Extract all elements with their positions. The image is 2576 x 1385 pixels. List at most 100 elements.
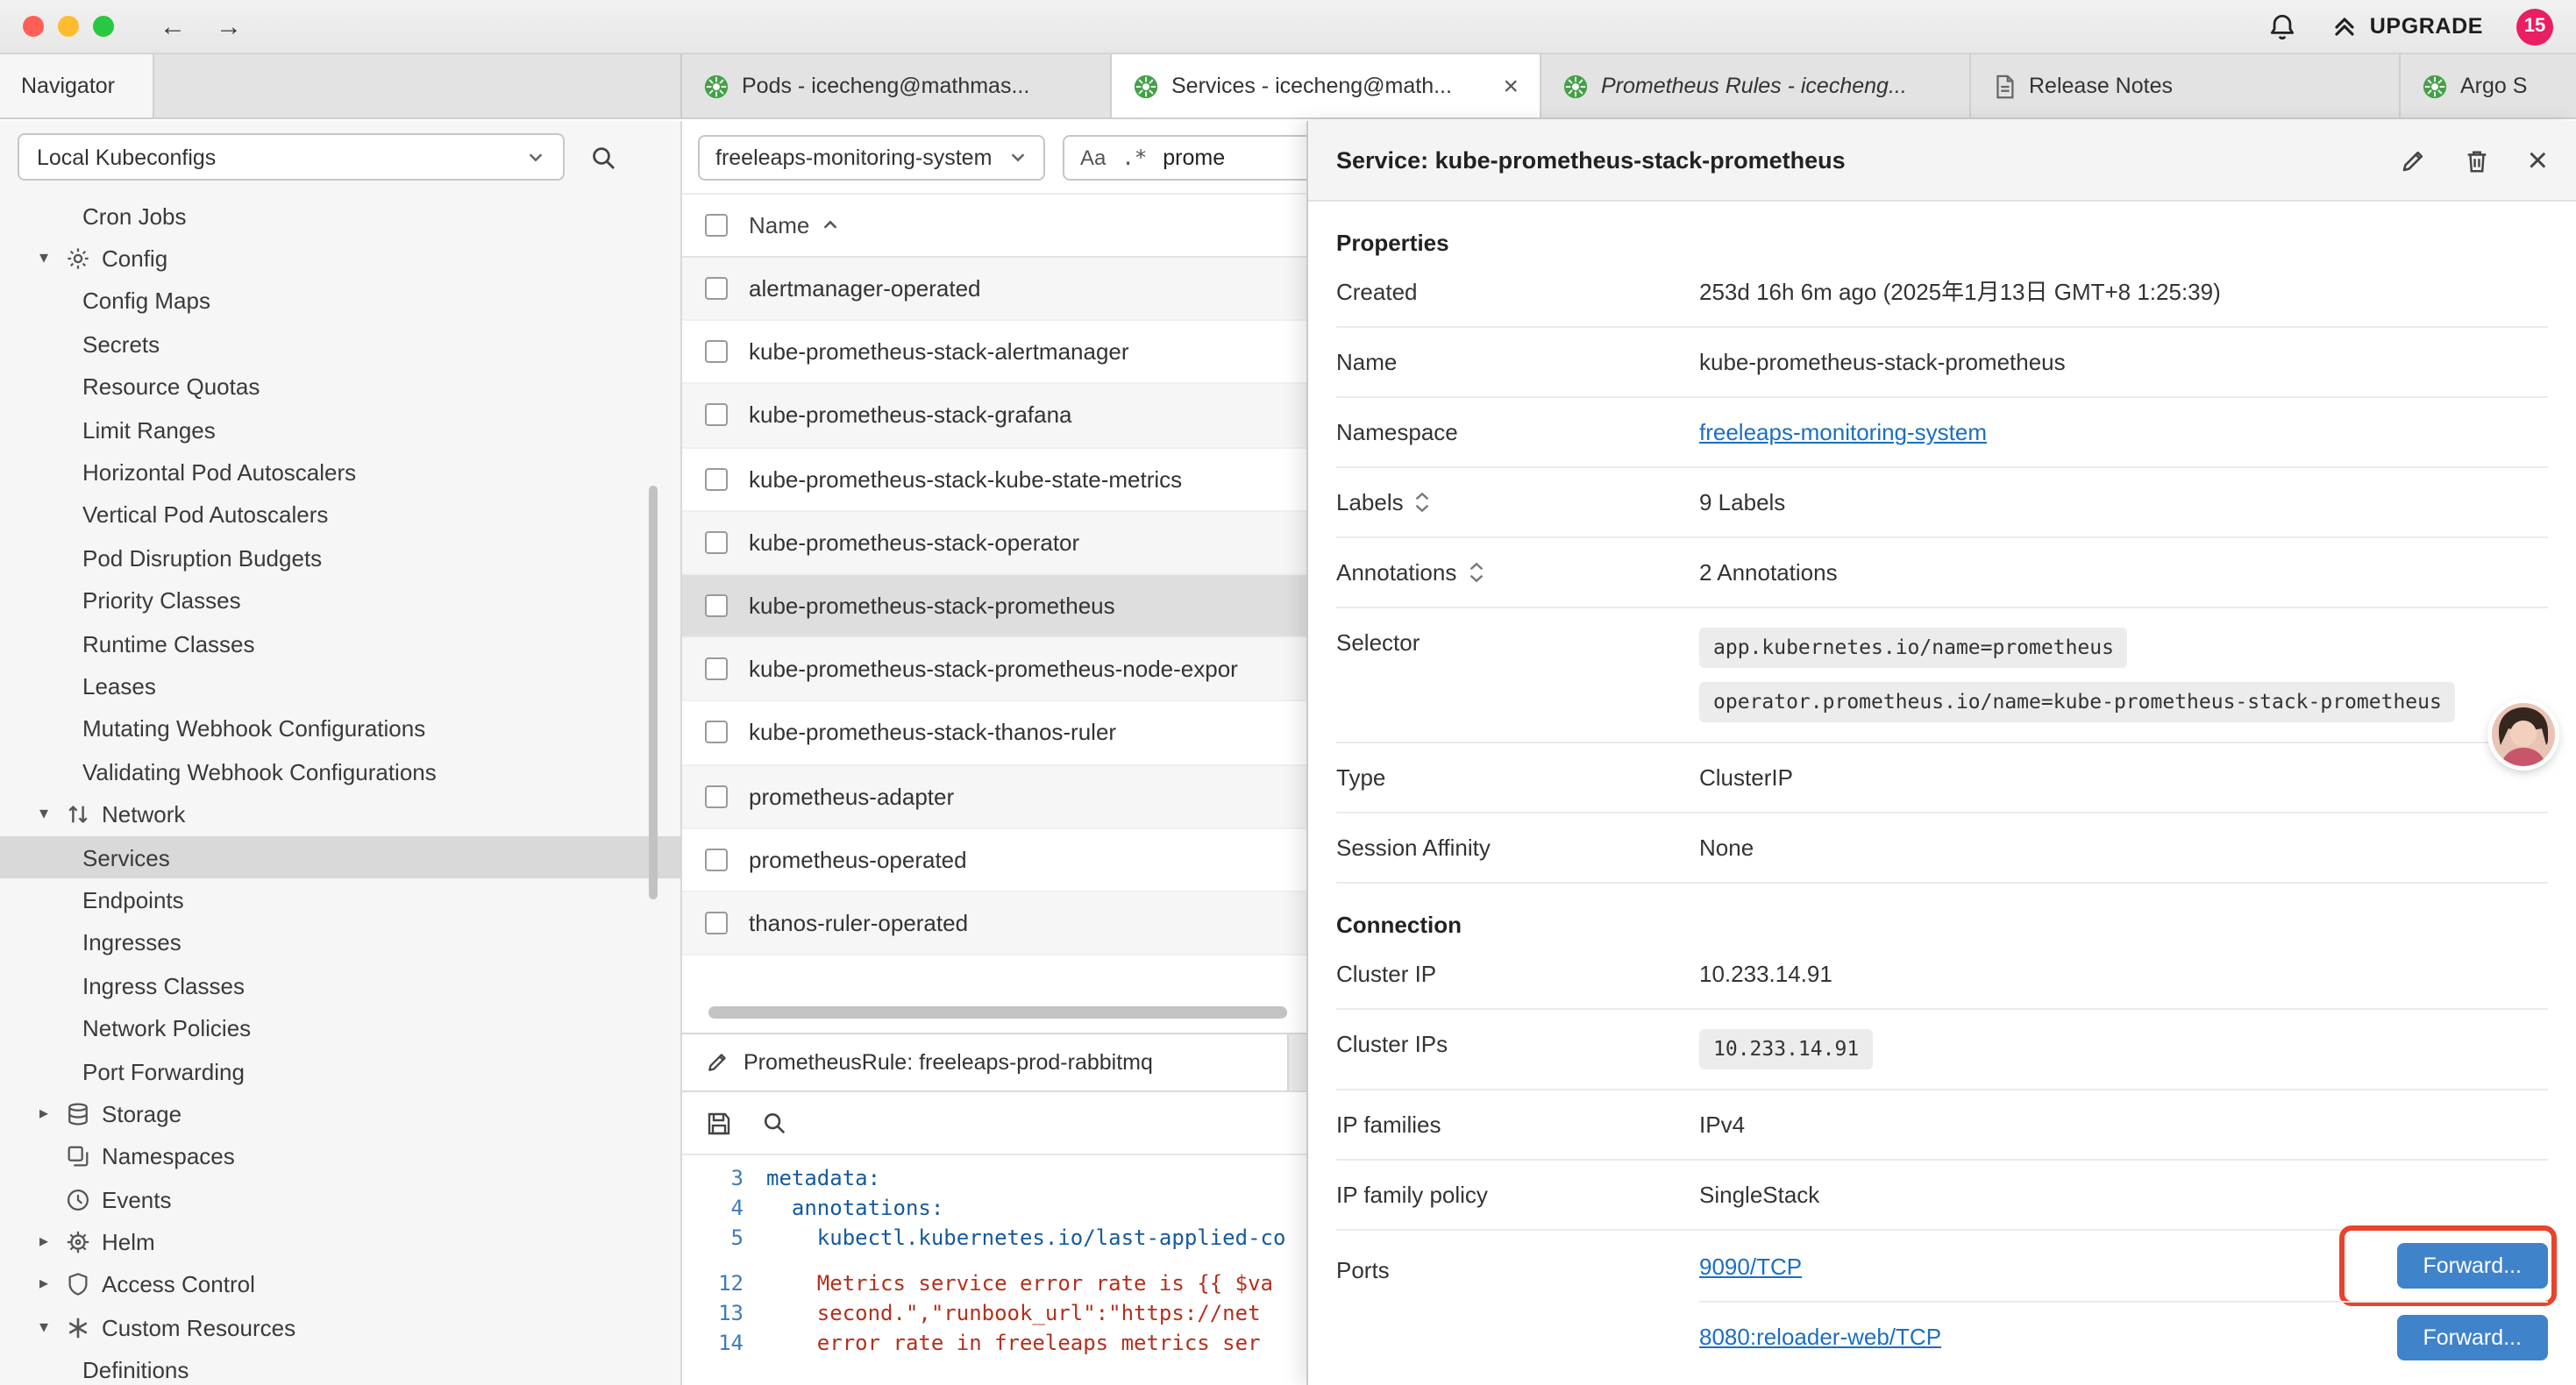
name-column-header[interactable]: Name: [749, 212, 839, 238]
sidebar-item-label: Priority Classes: [82, 587, 241, 614]
sidebar-item-horizontal-pod-autoscalers[interactable]: Horizontal Pod Autoscalers: [0, 451, 680, 494]
cluster-ip-chip: 10.233.14.91: [1699, 1029, 1873, 1069]
sidebar-item-config[interactable]: ▾ Config: [0, 238, 680, 281]
drawer-body: Properties Created 253d 16h 6m ago (2025…: [1308, 202, 2576, 1385]
select-all-checkbox[interactable]: [705, 214, 728, 237]
section-heading-connection: Connection: [1336, 912, 2548, 940]
sidebar-item-ingresses[interactable]: Ingresses: [0, 921, 680, 964]
notifications-bell-icon[interactable]: [2268, 11, 2298, 41]
sidebar-item-events[interactable]: ▸ Events: [0, 1178, 680, 1221]
sidebar-item-namespaces[interactable]: ▸ Namespaces: [0, 1135, 680, 1178]
line-number: 4: [682, 1194, 766, 1224]
expand-collapse-icon[interactable]: [1467, 561, 1484, 584]
forward-button-9090[interactable]: Forward...: [2396, 1243, 2548, 1289]
forward-button[interactable]: →: [216, 11, 242, 41]
row-checkbox[interactable]: [705, 341, 728, 364]
sidebar-item-validating-webhook-configurations[interactable]: Validating Webhook Configurations: [0, 750, 680, 793]
namespace-selector[interactable]: freeleaps-monitoring-system: [698, 134, 1045, 180]
document-icon: [1992, 73, 2017, 99]
sidebar-item-vertical-pod-autoscalers[interactable]: Vertical Pod Autoscalers: [0, 494, 680, 536]
sidebar-item-custom-resources[interactable]: ▾ Custom Resources: [0, 1306, 680, 1349]
sidebar-item-runtime-classes[interactable]: Runtime Classes: [0, 622, 680, 665]
regex-toggle[interactable]: .*: [1121, 145, 1147, 169]
horizontal-scrollbar[interactable]: [708, 1006, 1287, 1019]
sidebar-item-leases[interactable]: Leases: [0, 665, 680, 708]
sidebar-item-limit-ranges[interactable]: Limit Ranges: [0, 408, 680, 451]
expand-collapse-icon[interactable]: [1414, 491, 1432, 514]
row-value[interactable]: 2 Annotations: [1699, 558, 1838, 587]
port-link-8080[interactable]: 8080:reloader-web/TCP: [1699, 1322, 1941, 1352]
sidebar-item-label: Cron Jobs: [82, 202, 187, 229]
match-case-toggle[interactable]: Aa: [1080, 145, 1106, 169]
row-checkbox[interactable]: [705, 594, 728, 617]
close-tab-icon[interactable]: ×: [1503, 73, 1519, 99]
close-window-button[interactable]: [23, 16, 44, 37]
navigator-tab[interactable]: Navigator: [0, 54, 154, 117]
sidebar-item-priority-classes[interactable]: Priority Classes: [0, 579, 680, 622]
tab-services[interactable]: Services - icecheng@math... ×: [1112, 54, 1541, 117]
sidebar-item-resource-quotas[interactable]: Resource Quotas: [0, 366, 680, 408]
row-checkbox[interactable]: [705, 849, 728, 871]
delete-trash-icon[interactable]: [2465, 146, 2491, 174]
back-button[interactable]: ←: [160, 11, 186, 41]
upgrade-button[interactable]: UPGRADE: [2331, 12, 2483, 40]
detail-row-selector: Selector app.kubernetes.io/name=promethe…: [1336, 608, 2548, 743]
notification-count-badge[interactable]: 15: [2516, 8, 2553, 45]
sidebar-item-cron-jobs[interactable]: Cron Jobs: [0, 195, 680, 238]
row-value[interactable]: 9 Labels: [1699, 487, 1785, 517]
sidebar-item-label: Network Policies: [82, 1015, 251, 1041]
line-code: kubectl.kubernetes.io/last-applied-co: [766, 1224, 1285, 1254]
sidebar-item-network-policies[interactable]: Network Policies: [0, 1007, 680, 1050]
tab-prometheus-rules[interactable]: Prometheus Rules - icecheng...: [1541, 54, 1971, 117]
tab-label: Pods - icecheng@mathmas...: [742, 74, 1089, 98]
sidebar-item-definitions[interactable]: Definitions: [0, 1349, 680, 1385]
sidebar-scrollbar[interactable]: [649, 486, 658, 899]
name-column-label: Name: [749, 212, 809, 238]
helm-wheel-icon: [65, 1229, 91, 1255]
sidebar-search-icon[interactable]: [589, 143, 617, 171]
save-icon[interactable]: [705, 1109, 733, 1137]
edit-pencil-icon[interactable]: [2400, 146, 2428, 174]
row-name: alertmanager-operated: [749, 275, 981, 302]
sidebar-item-ingress-classes[interactable]: Ingress Classes: [0, 964, 680, 1007]
tab-argo[interactable]: Argo S: [2401, 54, 2576, 117]
maximize-window-button[interactable]: [93, 16, 114, 37]
sidebar-item-helm[interactable]: ▸ Helm: [0, 1221, 680, 1264]
tab-label: Services - icecheng@math...: [1171, 74, 1484, 98]
row-checkbox[interactable]: [705, 277, 728, 300]
row-label: IP family policy: [1336, 1180, 1699, 1210]
row-checkbox[interactable]: [705, 721, 728, 744]
assistant-avatar[interactable]: [2492, 703, 2555, 766]
sidebar-item-services[interactable]: Services: [0, 836, 680, 879]
sidebar-item-endpoints[interactable]: Endpoints: [0, 879, 680, 922]
sidebar-item-storage[interactable]: ▸ Storage: [0, 1092, 680, 1135]
sidebar-item-network[interactable]: ▾ Network: [0, 793, 680, 836]
tab-pods[interactable]: Pods - icecheng@mathmas...: [682, 54, 1112, 117]
forward-button-8080[interactable]: Forward...: [2396, 1314, 2548, 1360]
upgrade-label: UPGRADE: [2370, 14, 2483, 39]
row-checkbox[interactable]: [705, 785, 728, 807]
row-checkbox[interactable]: [705, 657, 728, 680]
dock-tab-prometheusrule[interactable]: PrometheusRule: freeleaps-prod-rabbitmq: [682, 1034, 1289, 1090]
sidebar-item-label: Validating Webhook Configurations: [82, 759, 437, 785]
editor-search-icon[interactable]: [761, 1110, 787, 1136]
sidebar-item-access-control[interactable]: ▸ Access Control: [0, 1264, 680, 1307]
sidebar-item-config-maps[interactable]: Config Maps: [0, 281, 680, 323]
kubeconfig-selector[interactable]: Local Kubeconfigs: [18, 133, 565, 181]
row-checkbox[interactable]: [705, 912, 728, 934]
sidebar-item-mutating-webhook-configurations[interactable]: Mutating Webhook Configurations: [0, 707, 680, 750]
namespace-link[interactable]: freeleaps-monitoring-system: [1699, 417, 1987, 447]
minimize-window-button[interactable]: [58, 16, 79, 37]
sidebar-item-port-forwarding[interactable]: Port Forwarding: [0, 1050, 680, 1093]
detail-row-session-affinity: Session Affinity None: [1336, 813, 2548, 884]
row-checkbox[interactable]: [705, 404, 728, 427]
selector-chip: app.kubernetes.io/name=prometheus: [1699, 628, 2128, 668]
close-drawer-icon[interactable]: ×: [2528, 143, 2548, 178]
row-label: Cluster IP: [1336, 959, 1699, 989]
sidebar-item-pod-disruption-budgets[interactable]: Pod Disruption Budgets: [0, 536, 680, 579]
row-checkbox[interactable]: [705, 467, 728, 490]
port-link-9090[interactable]: 9090/TCP: [1699, 1251, 1802, 1281]
tab-release-notes[interactable]: Release Notes: [1971, 54, 2401, 117]
sidebar-item-secrets[interactable]: Secrets: [0, 323, 680, 366]
row-checkbox[interactable]: [705, 531, 728, 554]
